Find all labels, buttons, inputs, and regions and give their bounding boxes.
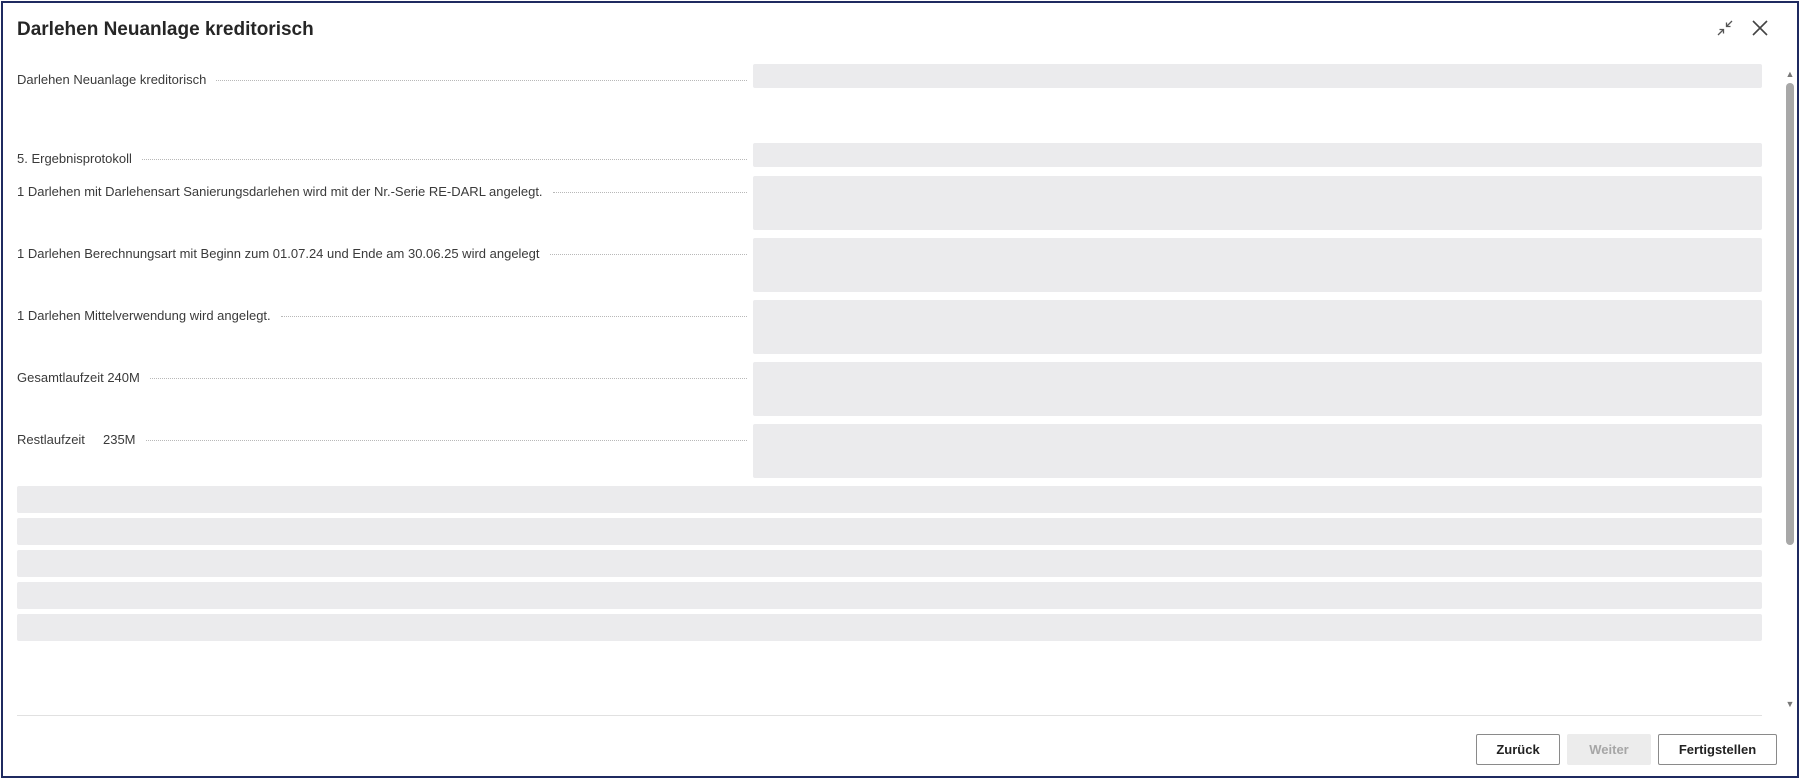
blank-field-4[interactable]: [17, 582, 1762, 609]
leader-dots: [549, 254, 747, 255]
close-icon[interactable]: [1749, 17, 1771, 39]
blank-field-1[interactable]: [17, 486, 1762, 513]
field-input-remaining-term[interactable]: [753, 424, 1762, 478]
field-label: 1 Darlehen Berechnungsart mit Beginn zum…: [17, 246, 540, 261]
field-input-calculation-type[interactable]: [753, 238, 1762, 292]
scroll-down-icon[interactable]: ▼: [1784, 699, 1796, 709]
blank-field-3[interactable]: [17, 550, 1762, 577]
field-label: 1 Darlehen Mittelverwendung wird angeleg…: [17, 308, 271, 323]
field-input-title[interactable]: [753, 64, 1762, 88]
field-label: 5. Ergebnisprotokoll: [17, 151, 132, 166]
collapse-icon[interactable]: [1714, 17, 1736, 39]
field-label: Restlaufzeit 235M: [17, 432, 136, 447]
field-input-loan-type[interactable]: [753, 176, 1762, 230]
field-input-fund-usage[interactable]: [753, 300, 1762, 354]
wizard-content: Darlehen Neuanlage kreditorisch 5. Ergeb…: [3, 63, 1793, 715]
finish-button[interactable]: Fertigstellen: [1658, 734, 1777, 765]
leader-dots: [145, 440, 747, 441]
field-input-total-term[interactable]: [753, 362, 1762, 416]
wizard-dialog: Darlehen Neuanlage kreditorisch Darlehen…: [1, 1, 1799, 778]
dialog-title: Darlehen Neuanlage kreditorisch: [17, 19, 314, 40]
field-label: 1 Darlehen mit Darlehensart Sanierungsda…: [17, 184, 543, 199]
field-label: Darlehen Neuanlage kreditorisch: [17, 72, 207, 87]
leader-dots: [216, 80, 747, 81]
leader-dots: [149, 378, 747, 379]
blank-field-2[interactable]: [17, 518, 1762, 545]
next-button[interactable]: Weiter: [1567, 734, 1651, 765]
field-input-result-log[interactable]: [753, 143, 1762, 167]
leader-dots: [141, 159, 747, 160]
scroll-up-icon[interactable]: ▲: [1784, 69, 1796, 79]
field-label: Gesamtlaufzeit 240M: [17, 370, 140, 385]
footer-divider: [17, 715, 1762, 716]
back-button[interactable]: Zurück: [1476, 734, 1560, 765]
blank-field-5[interactable]: [17, 614, 1762, 641]
leader-dots: [280, 316, 747, 317]
leader-dots: [552, 192, 747, 193]
scrollbar-thumb[interactable]: [1786, 83, 1794, 545]
vertical-scrollbar[interactable]: ▲ ▼: [1784, 69, 1796, 709]
